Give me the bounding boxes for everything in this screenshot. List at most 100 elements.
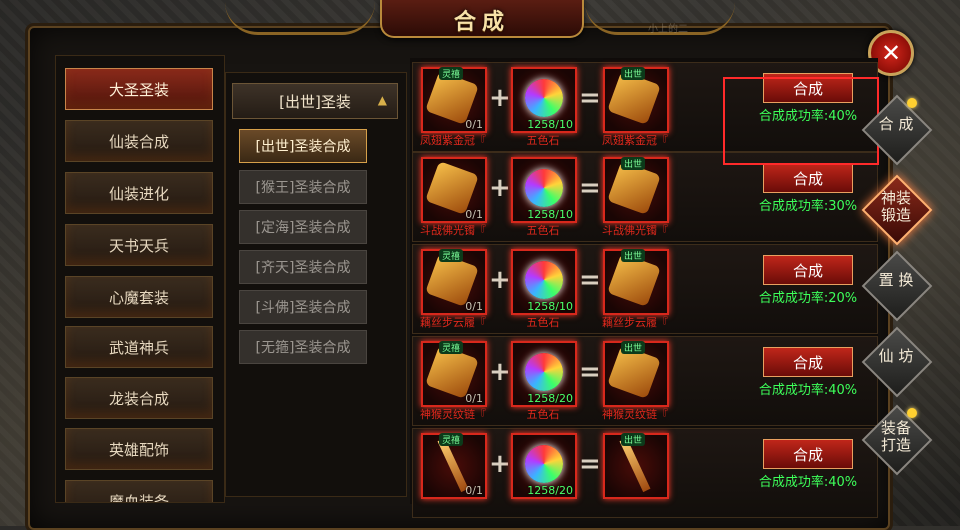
material-slot[interactable]: 1258/10 xyxy=(511,157,577,223)
side-tab-workshop[interactable]: 仙 坊 xyxy=(861,326,933,398)
staff-icon xyxy=(437,437,469,493)
side-tab-forge[interactable]: 神装 锻造 xyxy=(861,174,933,246)
subcategory-item[interactable]: [无箍]圣装合成 xyxy=(239,330,367,364)
output-item-slot[interactable]: 出世 xyxy=(603,67,669,133)
staff-icon xyxy=(619,437,651,493)
material-slot[interactable]: 1258/20 xyxy=(511,433,577,499)
category-label: 魔血装备 xyxy=(108,492,169,503)
item-count: 0/1 xyxy=(465,118,483,131)
category-label: 仙装合成 xyxy=(108,132,169,151)
material-slot[interactable]: 1258/20 xyxy=(511,341,577,407)
material-count: 1258/20 xyxy=(527,392,573,405)
five-color-stone-icon xyxy=(525,79,563,117)
material-name: 五色石 xyxy=(526,134,560,147)
watermark: 小上的二 xyxy=(648,24,688,35)
subcategory-label: [猴王]圣装合成 xyxy=(255,180,351,196)
category-label: 天书天兵 xyxy=(108,236,169,255)
category-label: 英雄配饰 xyxy=(108,440,169,459)
title-bar: 合成 xyxy=(380,0,584,38)
category-item[interactable]: 龙装合成 xyxy=(65,377,213,419)
side-tab-label-line: 装备 xyxy=(880,419,911,437)
category-list: 大圣圣装 仙装合成 仙装进化 天书天兵 心魔套装 武道神兵 龙装合成 英雄配饰 … xyxy=(55,55,225,503)
group-header[interactable]: [出世]圣装 ▲ xyxy=(232,83,398,119)
equals-icon: = xyxy=(579,357,601,387)
category-label: 心魔套装 xyxy=(108,288,169,307)
subcategory-item[interactable]: [齐天]圣装合成 xyxy=(239,250,367,284)
side-tab-label: 神装 锻造 xyxy=(863,190,929,224)
subcategory-list: [出世]圣装 ▲ [出世]圣装合成 [猴王]圣装合成 [定海]圣装合成 [齐天]… xyxy=(225,72,407,497)
subcategory-item[interactable]: [定海]圣装合成 xyxy=(239,210,367,244)
side-tab-label-line: 打造 xyxy=(880,436,911,454)
five-color-stone-icon xyxy=(525,261,563,299)
input-item-name: 凤翅紫金冠『 xyxy=(420,134,486,147)
side-tab-craft[interactable]: 装备 打造 xyxy=(861,404,933,476)
item-tag: 出世 xyxy=(621,67,646,80)
category-label: 龙装合成 xyxy=(108,389,169,408)
success-rate: 合成成功率:40% xyxy=(758,383,858,398)
item-tag: 灵禧 xyxy=(439,67,464,80)
item-tag: 出世 xyxy=(621,157,646,170)
material-name: 五色石 xyxy=(526,408,560,421)
subcategory-label: [无箍]圣装合成 xyxy=(255,340,351,356)
output-item-slot[interactable]: 出世 xyxy=(603,433,669,499)
output-item-name: 神猴灵纹链『 xyxy=(602,408,668,421)
output-item-slot[interactable]: 出世 xyxy=(603,341,669,407)
output-item-slot[interactable]: 出世 xyxy=(603,249,669,315)
synthesize-button[interactable]: 合成 xyxy=(763,163,853,193)
material-count: 1258/20 xyxy=(527,484,573,497)
subcategory-item[interactable]: [出世]圣装合成 xyxy=(239,129,367,163)
category-label: 武道神兵 xyxy=(108,338,169,357)
input-item-slot[interactable]: 灵禧 0/1 xyxy=(421,67,487,133)
input-item-slot[interactable]: 灵禧 0/1 xyxy=(421,341,487,407)
item-tag: 灵禧 xyxy=(439,433,464,446)
item-count: 0/1 xyxy=(465,208,483,221)
category-label: 大圣圣装 xyxy=(108,80,169,99)
output-item-name: 斗战佛光镯『 xyxy=(602,224,668,237)
material-count: 1258/10 xyxy=(527,118,573,131)
success-rate: 合成成功率:20% xyxy=(758,291,858,306)
input-item-slot[interactable]: 灵禧 0/1 xyxy=(421,433,487,499)
side-tab-label: 仙 坊 xyxy=(878,347,914,365)
input-item-slot[interactable]: 灵禧 0/1 xyxy=(421,249,487,315)
side-tab-label-line: 神装 xyxy=(880,189,911,207)
material-count: 1258/10 xyxy=(527,300,573,313)
category-item[interactable]: 仙装进化 xyxy=(65,172,213,214)
equals-icon: = xyxy=(579,83,601,113)
recipe-row: 灵禧 0/1 + 1258/10 = 出世 藕丝步云履『 五色石 藕丝步云履『 … xyxy=(412,244,878,334)
side-tab-label-line: 锻造 xyxy=(880,206,911,224)
material-slot[interactable]: 1258/10 xyxy=(511,249,577,315)
plus-icon: + xyxy=(489,83,511,113)
notification-dot-icon xyxy=(907,408,917,418)
plus-icon: + xyxy=(489,449,511,479)
synthesize-button[interactable]: 合成 xyxy=(763,255,853,285)
subcategory-item[interactable]: [斗佛]圣装合成 xyxy=(239,290,367,324)
category-item[interactable]: 大圣圣装 xyxy=(65,68,213,110)
synthesize-button[interactable]: 合成 xyxy=(763,439,853,469)
chevron-up-icon: ▲ xyxy=(377,93,387,107)
equals-icon: = xyxy=(579,173,601,203)
material-slot[interactable]: 1258/10 xyxy=(511,67,577,133)
category-item[interactable]: 英雄配饰 xyxy=(65,428,213,470)
item-tag: 灵禧 xyxy=(439,249,464,262)
window-title: 合成 xyxy=(453,10,510,35)
category-item[interactable]: 天书天兵 xyxy=(65,224,213,266)
subcategory-label: [齐天]圣装合成 xyxy=(255,260,351,276)
subcategory-item[interactable]: [猴王]圣装合成 xyxy=(239,170,367,204)
side-tab-exchange[interactable]: 置 换 xyxy=(861,250,933,322)
recipe-row: 0/1 + 1258/10 = 出世 斗战佛光镯『 五色石 斗战佛光镯『 合成 … xyxy=(412,152,878,242)
input-item-slot[interactable]: 0/1 xyxy=(421,157,487,223)
category-item[interactable]: 武道神兵 xyxy=(65,326,213,368)
item-count: 0/1 xyxy=(465,300,483,313)
output-item-slot[interactable]: 出世 xyxy=(603,157,669,223)
subcategory-label: [定海]圣装合成 xyxy=(255,220,351,236)
group-label: [出世]圣装 xyxy=(279,92,351,111)
equals-icon: = xyxy=(579,449,601,479)
side-tab-synthesis[interactable]: 合 成 xyxy=(861,94,933,166)
category-item[interactable]: 仙装合成 xyxy=(65,120,213,162)
synthesize-button[interactable]: 合成 xyxy=(763,347,853,377)
category-item[interactable]: 魔血装备 xyxy=(65,480,213,503)
side-tab-label: 装备 打造 xyxy=(863,420,929,454)
five-color-stone-icon xyxy=(525,353,563,391)
category-item[interactable]: 心魔套装 xyxy=(65,276,213,318)
input-item-name: 斗战佛光镯『 xyxy=(420,224,486,237)
